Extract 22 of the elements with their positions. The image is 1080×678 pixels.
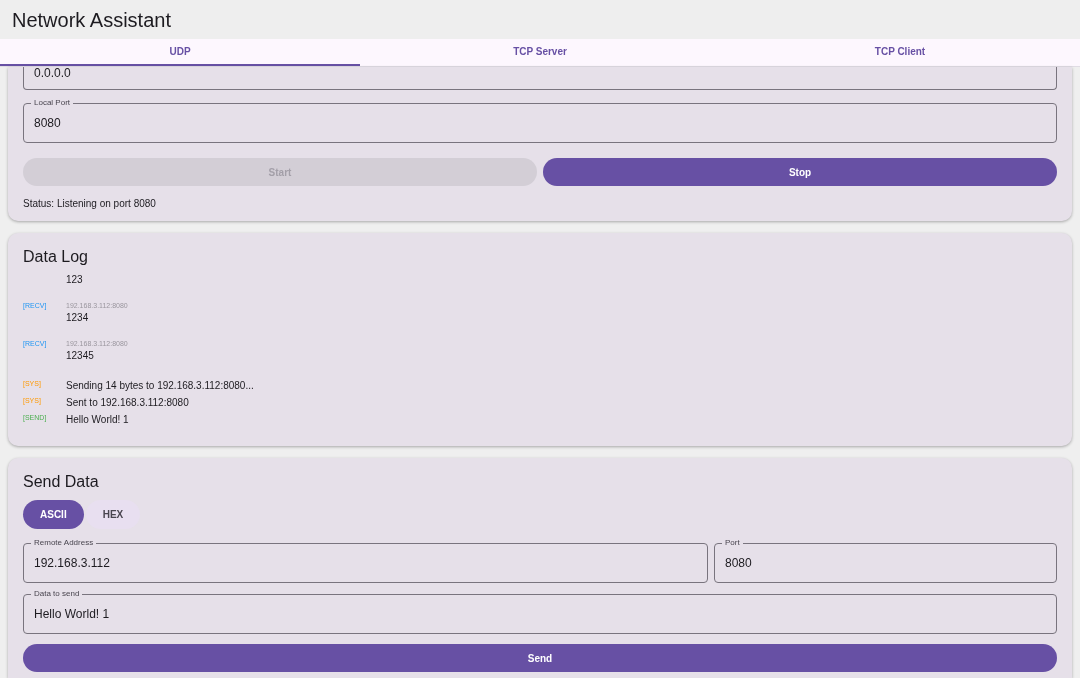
card-title: Send Data [23, 472, 100, 492]
field-value: 8080 [34, 115, 61, 132]
local-address-field[interactable]: 0.0.0.0 [23, 67, 1057, 90]
log-message: Sent to 192.168.3.112:8080 [66, 396, 189, 410]
field-value: Hello World! 1 [34, 606, 110, 623]
card-title: Data Log [23, 247, 89, 267]
field-value: 0.0.0.0 [34, 67, 71, 79]
stop-button[interactable]: Stop [543, 158, 1057, 186]
log-message: Hello World! 1 [66, 413, 129, 427]
tab[interactable]: TCP Server [360, 39, 720, 66]
log-message: 123 [66, 273, 83, 287]
status-text: Status: Listening on port 8080 [23, 197, 157, 211]
mode-toggle[interactable]: ASCII [23, 500, 84, 529]
field-value: 8080 [725, 555, 752, 572]
log-message: Sending 14 bytes to 192.168.3.112:8080... [66, 379, 254, 393]
app-title: Network Assistant [12, 7, 171, 33]
tab[interactable]: TCP Client [720, 39, 1080, 66]
mode-toggle[interactable]: HEX [85, 500, 141, 529]
field-value: 192.168.3.112 [34, 555, 110, 572]
log-message: 1234 [66, 311, 90, 325]
send-button[interactable]: Send [23, 644, 1057, 672]
log-message: 12345 [66, 349, 95, 363]
